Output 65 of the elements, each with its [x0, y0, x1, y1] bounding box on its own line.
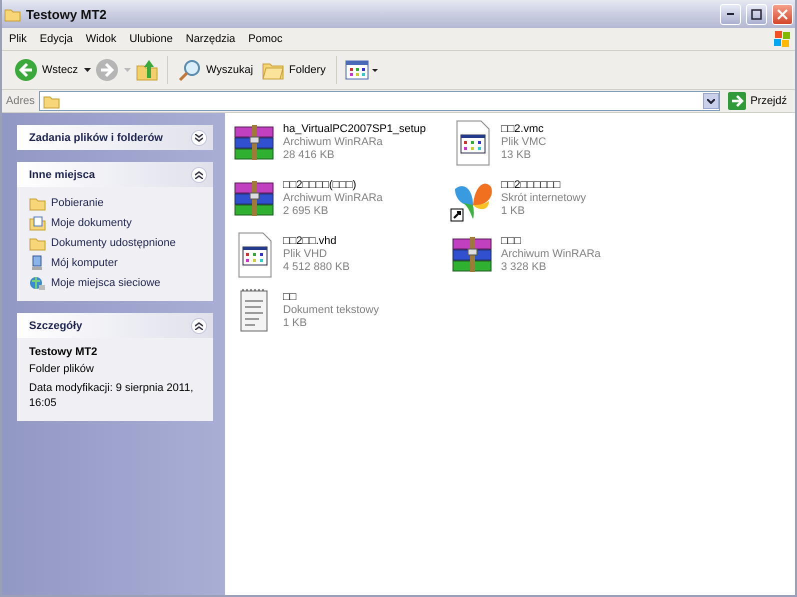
- file-type: Archiwum WinRARa: [283, 192, 383, 205]
- dropdown-arrow-icon[interactable]: [84, 68, 92, 72]
- dropdown-button[interactable]: [703, 93, 720, 109]
- file-size: 2 695 KB: [283, 205, 330, 218]
- close-icon: [777, 8, 788, 20]
- file-name[interactable]: □□□: [501, 235, 601, 248]
- file-type: Skrót internetowy: [501, 192, 586, 205]
- detail-name: Testowy MT2: [29, 346, 98, 358]
- menu-item[interactable]: Narzędzia: [178, 33, 242, 45]
- go-arrow-icon: [728, 92, 746, 110]
- folders-button[interactable]: Foldery: [259, 56, 328, 84]
- search-icon: [178, 58, 202, 82]
- file-size: 4 512 880 KB: [283, 261, 350, 274]
- menu-item[interactable]: Edycja: [32, 33, 79, 45]
- minimize-icon: [727, 13, 734, 15]
- file-type: Plik VHD: [283, 248, 328, 261]
- file-name[interactable]: ha_VirtualPC2007SP1_setup: [283, 123, 426, 136]
- maximize-button[interactable]: [746, 4, 767, 24]
- go-button[interactable]: Przejdź: [724, 92, 791, 110]
- place-link[interactable]: Dokumenty udostępnione: [29, 235, 201, 251]
- file-size: 1 KB: [501, 205, 526, 218]
- window-title: Testowy MT2: [26, 6, 108, 22]
- documents-folder-icon: [29, 215, 46, 231]
- file-name[interactable]: □□: [283, 291, 379, 304]
- collapse-toggle[interactable]: [191, 318, 207, 334]
- file-type: Plik VMC: [501, 136, 546, 149]
- back-button[interactable]: Wstecz: [12, 56, 80, 84]
- place-link[interactable]: Mój komputer: [29, 255, 201, 271]
- chevron-up-icon: [195, 322, 203, 330]
- search-button[interactable]: Wyszukaj: [176, 56, 256, 84]
- globe-icon: [29, 275, 46, 291]
- folder-up-icon[interactable]: [135, 58, 160, 82]
- maximize-icon: [751, 8, 762, 20]
- collapse-toggle[interactable]: [191, 166, 207, 182]
- minimize-button[interactable]: [720, 4, 741, 24]
- chevron-down-icon: [707, 98, 716, 104]
- chevron-up-icon: [195, 170, 203, 178]
- file-size: 3 328 KB: [501, 261, 548, 274]
- detail-modified: Data modyfikacji: 9 sierpnia 2011, 16:05: [29, 380, 194, 411]
- menu-item[interactable]: Plik: [2, 33, 33, 45]
- file-size: 28 416 KB: [283, 149, 336, 162]
- file-type: Archiwum WinRARa: [501, 248, 601, 261]
- close-button[interactable]: [772, 4, 793, 24]
- view-grid-icon[interactable]: [344, 59, 379, 81]
- menu-item[interactable]: Ulubione: [122, 33, 179, 45]
- file-size: 1 KB: [283, 317, 308, 330]
- file-type: Archiwum WinRARa: [283, 136, 384, 149]
- file-size: 13 KB: [501, 149, 532, 162]
- panel-title: Szczegóły: [29, 320, 82, 332]
- panel-title: Inne miejsca: [29, 168, 96, 180]
- place-link[interactable]: Pobieranie: [29, 195, 201, 211]
- menu-item[interactable]: Widok: [78, 33, 122, 45]
- file-name[interactable]: □□2□□□□□□: [501, 179, 586, 192]
- chevron-down-icon: [195, 134, 203, 142]
- place-link[interactable]: Moje dokumenty: [29, 215, 201, 231]
- collapse-toggle[interactable]: [191, 130, 207, 146]
- detail-type: Folder plików: [29, 362, 95, 377]
- file-name[interactable]: □□2□□.vhd: [283, 235, 350, 248]
- file-type: Dokument tekstowy: [283, 304, 379, 317]
- file-name[interactable]: □□2.vmc: [501, 123, 546, 136]
- place-link[interactable]: Moje miejsca sieciowe: [29, 275, 201, 291]
- menu-item[interactable]: Pomoc: [241, 33, 289, 45]
- file-name[interactable]: □□2□□□□(□□□): [283, 179, 383, 192]
- address-label: Adres: [6, 95, 35, 107]
- panel-title: Zadania plików i folderów: [29, 132, 163, 144]
